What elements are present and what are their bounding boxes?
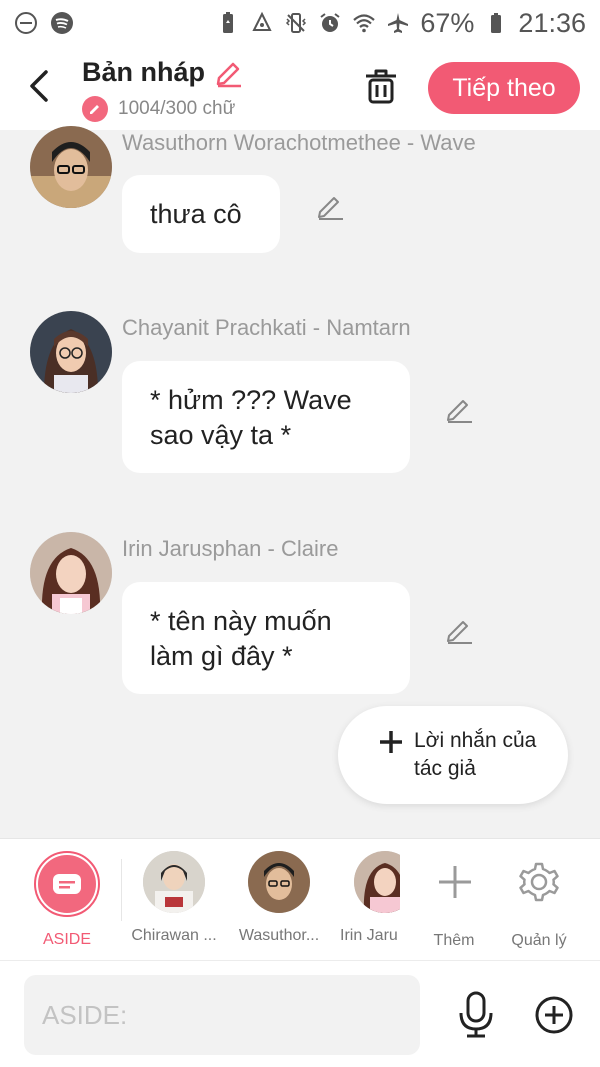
aside-input[interactable] xyxy=(24,975,420,1055)
page-title: Bản nháp xyxy=(82,56,206,87)
composer xyxy=(0,960,600,1067)
avatar[interactable] xyxy=(30,532,112,614)
character-name: Irin Jaru xyxy=(340,927,398,944)
aside-icon xyxy=(34,851,100,917)
message-bubble[interactable]: * hửm ??? Wave sao vậy ta * xyxy=(122,361,410,473)
airplane-icon xyxy=(388,13,409,33)
edit-icon[interactable] xyxy=(445,614,475,644)
status-bar: 67% 21:36 xyxy=(0,0,600,46)
edit-icon[interactable] xyxy=(445,393,475,423)
avatar[interactable] xyxy=(30,311,112,393)
recycle-icon xyxy=(252,11,272,31)
character-name: Chirawan ... xyxy=(131,927,217,944)
character-item[interactable]: Wasuthor... xyxy=(232,851,326,945)
character-selector: ASIDE Chirawan ... Wasuthor... Irin Jaru… xyxy=(0,838,600,960)
message-bubble[interactable]: thưa cô xyxy=(122,175,280,253)
avatar[interactable] xyxy=(30,126,112,208)
avatar xyxy=(354,851,400,913)
edit-title-icon[interactable] xyxy=(213,56,245,88)
spotify-icon xyxy=(51,12,73,34)
plus-icon xyxy=(380,731,402,753)
message-bubble[interactable]: * tên này muốn làm gì đây * xyxy=(122,582,410,694)
battery-icon xyxy=(491,13,502,33)
character-aside[interactable]: ASIDE xyxy=(34,851,100,949)
sender-name: Chayanit Prachkati - Namtarn xyxy=(122,315,411,340)
manage-label: Quản lý xyxy=(511,932,567,949)
wifi-icon xyxy=(353,14,376,33)
vibrate-icon xyxy=(286,13,307,33)
sender-name: Wasuthorn Worachotmethee - Wave xyxy=(122,130,476,155)
top-bar: Bản nháp 1004/300 chữ Tiếp theo xyxy=(0,46,600,130)
do-not-disturb-icon xyxy=(15,12,37,34)
add-character-button[interactable]: Thêm xyxy=(424,851,484,950)
back-arrow-icon[interactable] xyxy=(26,68,56,104)
microphone-icon[interactable] xyxy=(456,991,496,1039)
add-circle-icon[interactable] xyxy=(534,995,574,1035)
character-name: Wasuthor... xyxy=(238,927,320,944)
alarm-icon xyxy=(320,13,340,32)
message-text: * tên này muốn làm gì đây * xyxy=(150,606,332,671)
avatar xyxy=(143,851,205,913)
word-count: 1004/300 chữ xyxy=(118,98,236,119)
author-note-label: Lời nhắn của tác giả xyxy=(414,729,537,780)
next-button[interactable]: Tiếp theo xyxy=(428,62,580,114)
sender-name: Irin Jarusphan - Claire xyxy=(122,536,339,561)
aside-label: ASIDE xyxy=(42,931,91,948)
add-author-note-button[interactable]: Lời nhắn của tác giả xyxy=(338,706,568,804)
message-text: thưa cô xyxy=(150,199,242,229)
clock: 21:36 xyxy=(518,7,586,38)
message-text: * hửm ??? Wave sao vậy ta * xyxy=(150,385,352,450)
plus-icon xyxy=(439,866,471,898)
battery-saver-icon xyxy=(223,12,234,33)
battery-percent: 67% xyxy=(420,7,475,38)
edit-icon[interactable] xyxy=(316,190,346,220)
manage-characters-button[interactable]: Quản lý xyxy=(504,851,574,950)
trash-icon[interactable] xyxy=(362,66,400,106)
word-count-icon xyxy=(82,96,108,122)
title-block: Bản nháp 1004/300 chữ xyxy=(82,56,245,122)
character-item[interactable]: Chirawan ... xyxy=(126,851,222,945)
divider xyxy=(121,859,122,921)
character-item[interactable]: Irin Jaru xyxy=(338,851,400,945)
gear-icon xyxy=(519,862,559,902)
add-label: Thêm xyxy=(433,932,475,949)
avatar xyxy=(248,851,310,913)
